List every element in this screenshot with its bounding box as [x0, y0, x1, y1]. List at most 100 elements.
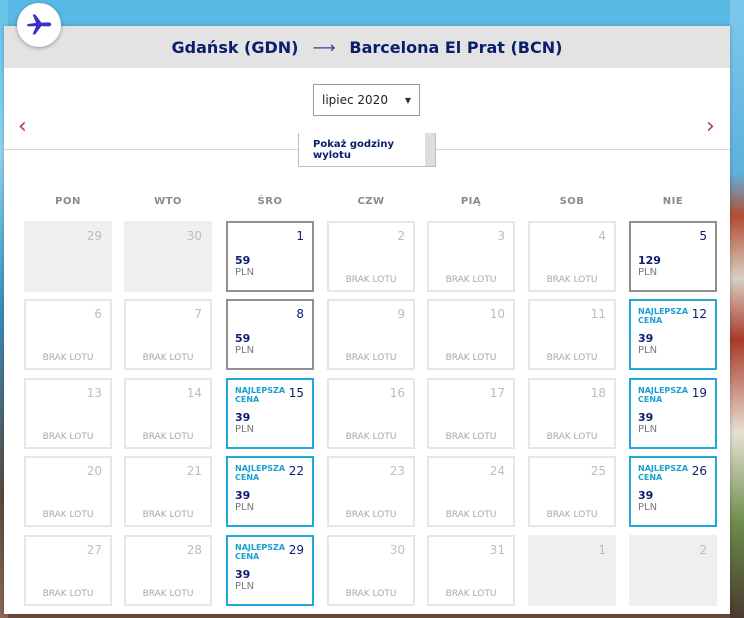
no-flight-label: BRAK LOTU	[345, 510, 397, 520]
day-number: 8	[296, 307, 304, 321]
no-flight-label: BRAK LOTU	[546, 353, 598, 363]
day-number: 16	[389, 386, 405, 400]
no-flight-label: BRAK LOTU	[42, 589, 94, 599]
show-departure-hours-button[interactable]: Pokaż godziny wylotu	[298, 133, 436, 167]
calendar-day: 10 BRAK LOTU	[427, 299, 515, 370]
no-flight-label: BRAK LOTU	[42, 353, 94, 363]
calendar-day: 28 BRAK LOTU	[124, 535, 212, 606]
calendar-day[interactable]: 5 129 PLN	[629, 221, 717, 292]
no-flight-label: BRAK LOTU	[445, 589, 497, 599]
day-number: 19	[691, 386, 707, 400]
chevron-right-icon: ›	[706, 114, 715, 139]
calendar-day[interactable]: 22 NAJLEPSZA CENA 39 PLN	[226, 456, 314, 527]
day-number: 12	[691, 307, 707, 321]
day-number: 13	[86, 386, 102, 400]
day-number: 9	[397, 307, 405, 321]
origin-airport: Gdańsk (GDN)	[171, 37, 299, 57]
day-number: 17	[489, 386, 505, 400]
price-value: 39	[235, 489, 251, 502]
calendar-day-outside: 1	[528, 535, 616, 606]
day-number: 3	[497, 229, 505, 243]
caret-down-icon: ▼	[404, 96, 411, 105]
calendar-day: 14 BRAK LOTU	[124, 378, 212, 449]
calendar-day-outside: 29	[24, 221, 112, 292]
day-number: 6	[94, 307, 102, 321]
price-value: 39	[235, 568, 251, 581]
day-number: 21	[186, 464, 202, 478]
day-number: 29	[288, 543, 304, 557]
calendar-day: 7 BRAK LOTU	[124, 299, 212, 370]
day-number: 31	[489, 543, 505, 557]
destination-airport: Barcelona El Prat (BCN)	[349, 37, 563, 57]
day-number: 29	[86, 229, 102, 243]
no-flight-label: BRAK LOTU	[142, 353, 194, 363]
weekday-label: PON	[55, 196, 81, 207]
day-number: 22	[288, 464, 304, 478]
calendar-day: 18 BRAK LOTU	[528, 378, 616, 449]
calendar-day: 16 BRAK LOTU	[327, 378, 415, 449]
no-flight-label: BRAK LOTU	[546, 275, 598, 285]
calendar-day: 13 BRAK LOTU	[24, 378, 112, 449]
price-currency: PLN	[638, 502, 658, 513]
calendar-day[interactable]: 12 NAJLEPSZA CENA 39 PLN	[629, 299, 717, 370]
airplane-icon	[27, 14, 52, 35]
calendar-day: 27 BRAK LOTU	[24, 535, 112, 606]
best-price-badge: NAJLEPSZA CENA	[235, 464, 286, 482]
no-flight-label: BRAK LOTU	[345, 432, 397, 442]
day-number: 4	[598, 229, 606, 243]
calendar-day[interactable]: 15 NAJLEPSZA CENA 39 PLN	[226, 378, 314, 449]
day-number: 27	[86, 543, 102, 557]
calendar-day: 23 BRAK LOTU	[327, 456, 415, 527]
no-flight-label: BRAK LOTU	[345, 589, 397, 599]
airline-logo[interactable]	[17, 3, 61, 47]
price-currency: PLN	[235, 424, 255, 435]
day-number: 2	[699, 543, 707, 557]
weekday-label: CZW	[357, 196, 385, 207]
next-month-button[interactable]: ›	[706, 116, 715, 138]
day-number: 14	[186, 386, 202, 400]
calendar-day: 6 BRAK LOTU	[24, 299, 112, 370]
price-value: 39	[638, 489, 654, 502]
price-currency: PLN	[638, 267, 658, 278]
day-number: 5	[699, 229, 707, 243]
show-departure-hours-label: Pokaż godziny wylotu	[313, 138, 394, 161]
calendar-day[interactable]: 19 NAJLEPSZA CENA 39 PLN	[629, 378, 717, 449]
month-select-value: lipiec 2020	[322, 93, 388, 107]
calendar-day: 9 BRAK LOTU	[327, 299, 415, 370]
day-number: 26	[691, 464, 707, 478]
prev-month-button[interactable]: ‹	[18, 116, 27, 138]
day-number: 1	[296, 229, 304, 243]
no-flight-label: BRAK LOTU	[445, 510, 497, 520]
price-value: 59	[235, 254, 251, 267]
price-value: 129	[638, 254, 661, 267]
button-tab	[425, 133, 435, 166]
calendar-day-outside: 2	[629, 535, 717, 606]
calendar-day: 25 BRAK LOTU	[528, 456, 616, 527]
day-number: 18	[590, 386, 606, 400]
price-value: 39	[638, 332, 654, 345]
price-currency: PLN	[235, 502, 255, 513]
calendar-day[interactable]: 1 59 PLN	[226, 221, 314, 292]
calendar-day[interactable]: 8 59 PLN	[226, 299, 314, 370]
no-flight-label: BRAK LOTU	[42, 432, 94, 442]
calendar-day[interactable]: 26 NAJLEPSZA CENA 39 PLN	[629, 456, 717, 527]
best-price-badge: NAJLEPSZA CENA	[235, 386, 286, 404]
calendar-day: 2 BRAK LOTU	[327, 221, 415, 292]
no-flight-label: BRAK LOTU	[445, 353, 497, 363]
price-currency: PLN	[638, 345, 658, 356]
calendar-day: 21 BRAK LOTU	[124, 456, 212, 527]
price-value: 39	[638, 411, 654, 424]
no-flight-label: BRAK LOTU	[345, 275, 397, 285]
calendar-day: 20 BRAK LOTU	[24, 456, 112, 527]
month-select[interactable]: lipiec 2020 ▼	[313, 84, 420, 116]
calendar-day: 11 BRAK LOTU	[528, 299, 616, 370]
day-number: 7	[194, 307, 202, 321]
weekday-label: NIE	[662, 196, 684, 207]
weekday-label: SOB	[559, 196, 585, 207]
day-number: 15	[288, 386, 304, 400]
calendar-day: 24 BRAK LOTU	[427, 456, 515, 527]
no-flight-label: BRAK LOTU	[142, 510, 194, 520]
no-flight-label: BRAK LOTU	[142, 589, 194, 599]
day-number: 1	[598, 543, 606, 557]
calendar-day[interactable]: 29 NAJLEPSZA CENA 39 PLN	[226, 535, 314, 606]
